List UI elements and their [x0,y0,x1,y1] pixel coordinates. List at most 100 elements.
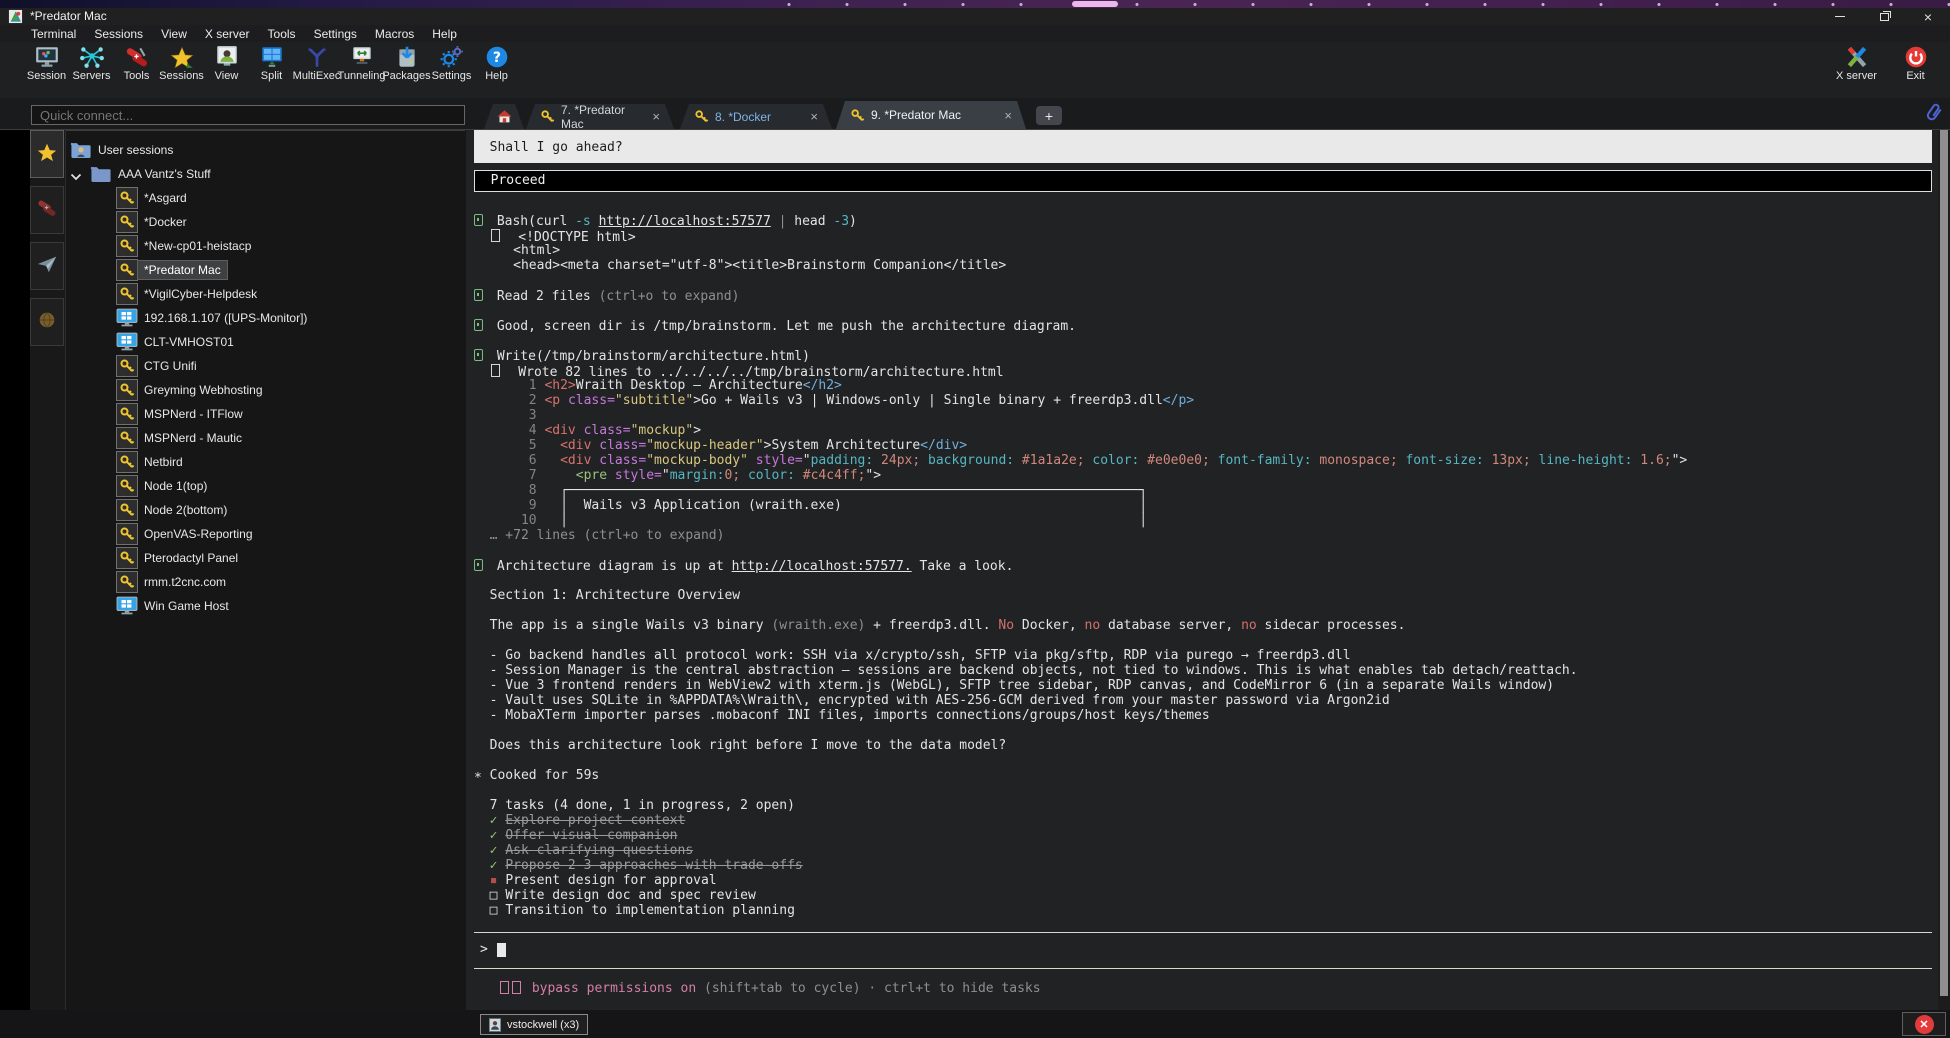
tree-item-192-168-1-107-ups-monitor[interactable]: 192.168.1.107 ([UPS-Monitor]) [116,307,313,329]
tree-root-user-sessions[interactable]: User sessions [70,139,179,161]
terminal-line: 10 │ │ [474,513,1932,528]
tree-item-node-1-top[interactable]: Node 1(top) [116,475,213,497]
tree-item-node-2-bottom[interactable]: Node 2(bottom) [116,499,233,521]
minimize-button[interactable] [1818,8,1862,25]
tab-9-predator-mac[interactable]: 9. *Predator Mac× [836,101,1026,129]
toolbar-button-settings[interactable]: Settings [429,45,474,82]
toolbar-button-packages[interactable]: Packages [384,45,429,82]
user-session-chip[interactable]: vstockwell (x3) [480,1014,588,1035]
tree-item-mspnerd-mautic[interactable]: MSPNerd - Mautic [116,427,248,449]
background-strip-dots [760,2,1950,7]
toolbar-button-session[interactable]: Session [24,45,69,82]
tree-item-label: Netbird [138,453,189,471]
rail-button-sessions-star[interactable] [30,130,64,178]
tree-item-mspnerd-itflow[interactable]: MSPNerd - ITFlow [116,403,249,425]
close-icon: × [1924,10,1932,24]
rail-button-tools-knife[interactable] [30,186,64,234]
toolbar-button-tools[interactable]: Tools [114,45,159,82]
terminal-area[interactable]: Shall I go ahead? Proceed Bash(curl -s h… [466,130,1938,1010]
tree-item-clt-vmhost01[interactable]: CLT-VMHOST01 [116,331,240,353]
menu-item-terminal[interactable]: Terminal [22,27,85,41]
terminal-input-box[interactable]: > [474,932,1932,969]
scrollbar-thumb[interactable] [1940,130,1948,996]
maximize-button[interactable] [1862,8,1906,25]
multiexec-icon [304,45,330,69]
window-controls: × [1818,8,1950,25]
tree-group-aaa-vantz-s-stuff[interactable]: AAA Vantz's Stuff [70,163,217,185]
menu-item-help[interactable]: Help [423,27,466,41]
minimize-icon [1835,16,1845,17]
menu-item-sessions[interactable]: Sessions [85,27,152,41]
key-icon [116,283,138,305]
terminal-line: - Go backend handles all protocol work: … [474,648,1932,663]
tree-item-vigilcyber-helpdesk[interactable]: *VigilCyber-Helpdesk [116,283,263,305]
tree-item-docker[interactable]: *Docker [116,211,193,233]
menu-item-macros[interactable]: Macros [366,27,423,41]
new-tab-button[interactable]: + [1036,106,1062,125]
terminal-lines: Bash(curl -s http://localhost:57577 | he… [474,213,1932,918]
tree-item-ctg-unifi[interactable]: CTG Unifi [116,355,203,377]
tree-item-label: Node 1(top) [138,477,213,495]
key-icon [116,499,138,521]
tree-item-netbird[interactable]: Netbird [116,451,189,473]
tree-item-label: Pterodactyl Panel [138,549,244,567]
tree-item-label: *Asgard [138,189,193,207]
toolbar-button-exit[interactable]: Exit [1893,45,1938,82]
rail-button-globe[interactable] [30,298,64,346]
terminal-scrollbar[interactable] [1938,130,1950,1010]
background-window-strip [0,0,1950,8]
tree-item-label: 192.168.1.107 ([UPS-Monitor]) [138,309,313,327]
menu-item-settings[interactable]: Settings [305,27,366,41]
tree-item-rmm-t2cnc-com[interactable]: rmm.t2cnc.com [116,571,232,593]
terminal-line: Section 1: Architecture Overview [474,588,1932,603]
toolbar-button-sessions[interactable]: Sessions [159,45,204,82]
tree-item-asgard[interactable]: *Asgard [116,187,193,209]
sidebar-rail [30,130,66,1010]
close-button[interactable]: × [1906,8,1950,25]
tree-item-label: *VigilCyber-Helpdesk [138,285,263,303]
chevron-down-icon[interactable] [70,170,82,178]
bypass-hint: (shift+tab to cycle) · ctrl+t to hide ta… [704,981,1041,996]
toolbar-button-help[interactable]: ?Help [474,45,519,82]
tree-item-predator-mac[interactable]: *Predator Mac [116,259,227,281]
rail-knife-icon [36,197,58,224]
terminal-line: 9 │ Wails v3 Application (wraith.exe) │ [474,498,1932,513]
tree-item-new-cp01-heistacp[interactable]: *New-cp01-heistacp [116,235,257,257]
proceed-option[interactable]: Proceed [474,170,1932,192]
tree-item-greyming-webhosting[interactable]: Greyming Webhosting [116,379,269,401]
tree-item-openvas-reporting[interactable]: OpenVAS-Reporting [116,523,259,545]
toolbar-button-multiexec[interactable]: MultiExec [294,45,339,82]
toolbar-button-servers[interactable]: Servers [69,45,114,82]
toolbar-button-view[interactable]: View [204,45,249,82]
terminal-line: Good, screen dir is /tmp/brainstorm. Let… [474,318,1932,333]
terminal-line [474,783,1932,798]
tab-7-predator-mac[interactable]: 7. *Predator Mac× [526,104,674,129]
terminal-line: Bash(curl -s http://localhost:57577 | he… [474,213,1932,228]
tab-home[interactable] [484,104,524,129]
menu-item-view[interactable]: View [152,27,196,41]
tree-item-pterodactyl-panel[interactable]: Pterodactyl Panel [116,547,244,569]
toolbar-button-x-server[interactable]: X server [1834,45,1879,82]
menu-item-tools[interactable]: Tools [259,27,305,41]
terminal-line: <html> [474,243,1932,258]
help-icon: ? [484,45,510,69]
terminal-line: <!DOCTYPE html> [474,228,1932,243]
x-logo-icon [1844,45,1870,69]
terminal-line: 6 <div class="mockup-body" style="paddin… [474,453,1932,468]
tab-8-docker[interactable]: 8. *Docker× [680,104,832,129]
toolbar-button-tunneling[interactable]: Tunneling [339,45,384,82]
notification-close-button[interactable]: ✕ [1902,1012,1946,1036]
svg-text:?: ? [492,50,500,66]
paperclip-icon[interactable] [1924,100,1944,126]
tab-close-icon[interactable]: × [810,110,818,123]
menu-item-x-server[interactable]: X server [196,27,259,41]
tab-close-icon[interactable]: × [1004,109,1012,122]
key-icon [116,523,138,545]
terminal-line [474,633,1932,648]
tree-group-label: AAA Vantz's Stuff [112,165,217,183]
toolbar-button-split[interactable]: Split [249,45,294,82]
tab-close-icon[interactable]: × [652,110,660,123]
rail-button-paper-plane[interactable] [30,242,64,290]
tree-item-win-game-host[interactable]: Win Game Host [116,595,235,617]
terminal-line: 4 <div class="mockup"> [474,423,1932,438]
